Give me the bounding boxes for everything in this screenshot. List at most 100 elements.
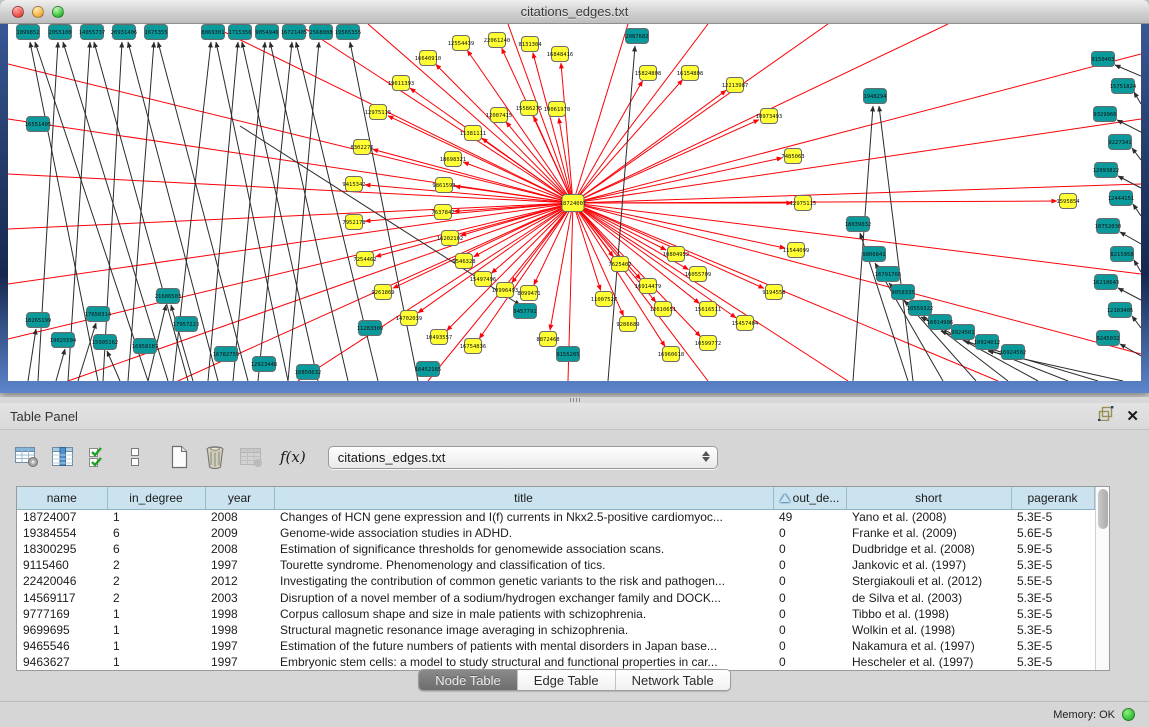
network-node[interactable]: 15751824	[1110, 79, 1137, 94]
table-cell[interactable]: 0	[773, 654, 846, 670]
network-node[interactable]: 9054946	[255, 25, 278, 40]
table-cell[interactable]: Wolkin et al. (1998)	[846, 622, 1011, 638]
table-cell[interactable]: 2008	[205, 541, 274, 557]
network-node[interactable]: 9227341	[1108, 135, 1131, 150]
table-cell[interactable]: 0	[773, 541, 846, 557]
table-cell[interactable]: 9777169	[17, 606, 107, 622]
table-mode-icon[interactable]	[12, 442, 42, 472]
network-node[interactable]: 9329966	[1093, 107, 1116, 122]
table-cell[interactable]: 1997	[205, 557, 274, 573]
network-node[interactable]: 1899852	[16, 25, 39, 40]
memory-ok-icon[interactable]	[1122, 708, 1135, 721]
table-cell[interactable]: 0	[773, 589, 846, 605]
scrollbar-thumb[interactable]	[1098, 489, 1108, 529]
table-row[interactable]: 977716911998Corpus callosum shape and si…	[17, 606, 1094, 622]
table-row[interactable]: 969969511998Structural magnetic resonanc…	[17, 622, 1094, 638]
network-node[interactable]: 15905162	[92, 335, 119, 350]
network-node[interactable]: 12444151	[1108, 191, 1135, 206]
network-node[interactable]: 10924012	[974, 335, 1001, 350]
tab-node-table[interactable]: Node Table	[419, 670, 517, 690]
network-node[interactable]: 16924502	[1000, 345, 1027, 360]
network-node[interactable]: 14055737	[79, 25, 106, 40]
table-cell[interactable]: 0	[773, 622, 846, 638]
table-cell[interactable]: Estimation of the future numbers of pati…	[274, 638, 773, 654]
network-node[interactable]: 18698321	[440, 152, 467, 167]
table-cell[interactable]: 1997	[205, 654, 274, 670]
table-cell[interactable]: Structural magnetic resonance image aver…	[274, 622, 773, 638]
column-header-short[interactable]: short	[846, 487, 1011, 509]
table-cell[interactable]: 9463627	[17, 654, 107, 670]
table-row[interactable]: 1830029562008Estimation of significance …	[17, 541, 1094, 557]
network-node[interactable]: 9261869	[371, 285, 394, 300]
table-cell[interactable]: 1998	[205, 606, 274, 622]
table-cell[interactable]: 5.3E-5	[1011, 654, 1094, 670]
network-node[interactable]: 15586275	[516, 101, 543, 116]
table-cell[interactable]: 1997	[205, 638, 274, 654]
row-height-icon[interactable]	[120, 442, 150, 472]
table-cell[interactable]: 1	[107, 509, 205, 525]
close-window-button[interactable]	[12, 6, 24, 18]
table-cell[interactable]: 2	[107, 557, 205, 573]
network-node[interactable]: 9457791	[513, 304, 536, 319]
table-scrollbar[interactable]	[1095, 487, 1110, 670]
table-cell[interactable]: 1	[107, 622, 205, 638]
table-cell[interactable]: 18300295	[17, 541, 107, 557]
network-node[interactable]: 15824808	[635, 66, 662, 81]
table-cell[interactable]: 1998	[205, 622, 274, 638]
network-node[interactable]: 16960618	[658, 347, 685, 362]
network-node[interactable]: 9861593	[432, 178, 455, 193]
network-node[interactable]: 1595854	[1056, 194, 1080, 209]
table-cell[interactable]: Dudbridge et al. (2008)	[846, 541, 1011, 557]
network-node[interactable]: 8302276	[350, 140, 373, 155]
network-node[interactable]: 16014906	[927, 315, 954, 330]
table-cell[interactable]: 1	[107, 606, 205, 622]
table-cell[interactable]: 2009	[205, 525, 274, 541]
network-node[interactable]: 1715356	[228, 25, 251, 40]
network-node[interactable]: 12093822	[1093, 163, 1120, 178]
network-node[interactable]: 16640910	[415, 51, 442, 66]
column-header-title[interactable]: title	[274, 487, 773, 509]
node-table[interactable]: namein_degreeyeartitleout_de...shortpage…	[16, 486, 1110, 671]
table-cell[interactable]: Tibbo et al. (1998)	[846, 606, 1011, 622]
network-node[interactable]: 9924501	[951, 325, 974, 340]
network-node[interactable]: 7254462	[353, 252, 376, 267]
table-cell[interactable]: 9115460	[17, 557, 107, 573]
network-node[interactable]: 8069301	[201, 25, 224, 40]
table-cell[interactable]: 6	[107, 525, 205, 541]
network-node[interactable]: 7485063	[781, 149, 804, 164]
trash-icon[interactable]	[200, 442, 230, 472]
network-node[interactable]: 11283309	[357, 321, 384, 336]
column-header-out_de[interactable]: out_de...	[773, 487, 846, 509]
table-cell[interactable]: 2003	[205, 589, 274, 605]
network-node[interactable]: 9194558	[762, 285, 785, 300]
table-row[interactable]: 1938455462009Genome-wide association stu…	[17, 525, 1094, 541]
table-row[interactable]: 2242004622012Investigating the contribut…	[17, 573, 1094, 589]
network-node[interactable]: 12103405	[1107, 303, 1134, 318]
table-cell[interactable]: Tourette syndrome. Phenomenology and cla…	[274, 557, 773, 573]
table-cell[interactable]: Changes of HCN gene expression and I(f) …	[274, 509, 773, 525]
table-cell[interactable]: 5.9E-5	[1011, 541, 1094, 557]
column-header-in_degree[interactable]: in_degree	[107, 487, 205, 509]
network-node[interactable]: 10804952	[663, 247, 690, 262]
network-node[interactable]: 9155205	[556, 347, 579, 362]
table-cell[interactable]: 18724007	[17, 509, 107, 525]
table-cell[interactable]: 19384554	[17, 525, 107, 541]
network-node[interactable]: 10850632	[295, 365, 322, 380]
network-node[interactable]: 17957223	[173, 317, 200, 332]
network-node[interactable]: 19025504	[50, 333, 77, 348]
column-header-year[interactable]: year	[205, 487, 274, 509]
table-cell[interactable]: 2	[107, 589, 205, 605]
table-cell[interactable]: 5.3E-5	[1011, 509, 1094, 525]
network-node[interactable]: 9806841	[862, 247, 885, 262]
table-cell[interactable]: Nakamura et al. (1997)	[846, 638, 1011, 654]
table-cell[interactable]: Franke et al. (2009)	[846, 525, 1011, 541]
network-node[interactable]: 10973493	[756, 109, 783, 124]
float-window-icon[interactable]	[1098, 406, 1114, 426]
network-node[interactable]: 18724007	[560, 195, 587, 212]
table-cell[interactable]: 9465546	[17, 638, 107, 654]
network-node[interactable]: 16754836	[460, 339, 487, 354]
network-node[interactable]: 16721405	[281, 25, 308, 40]
column-header-pagerank[interactable]: pagerank	[1011, 487, 1094, 509]
table-cell[interactable]: 14569117	[17, 589, 107, 605]
network-node[interactable]: 10599772	[695, 336, 722, 351]
